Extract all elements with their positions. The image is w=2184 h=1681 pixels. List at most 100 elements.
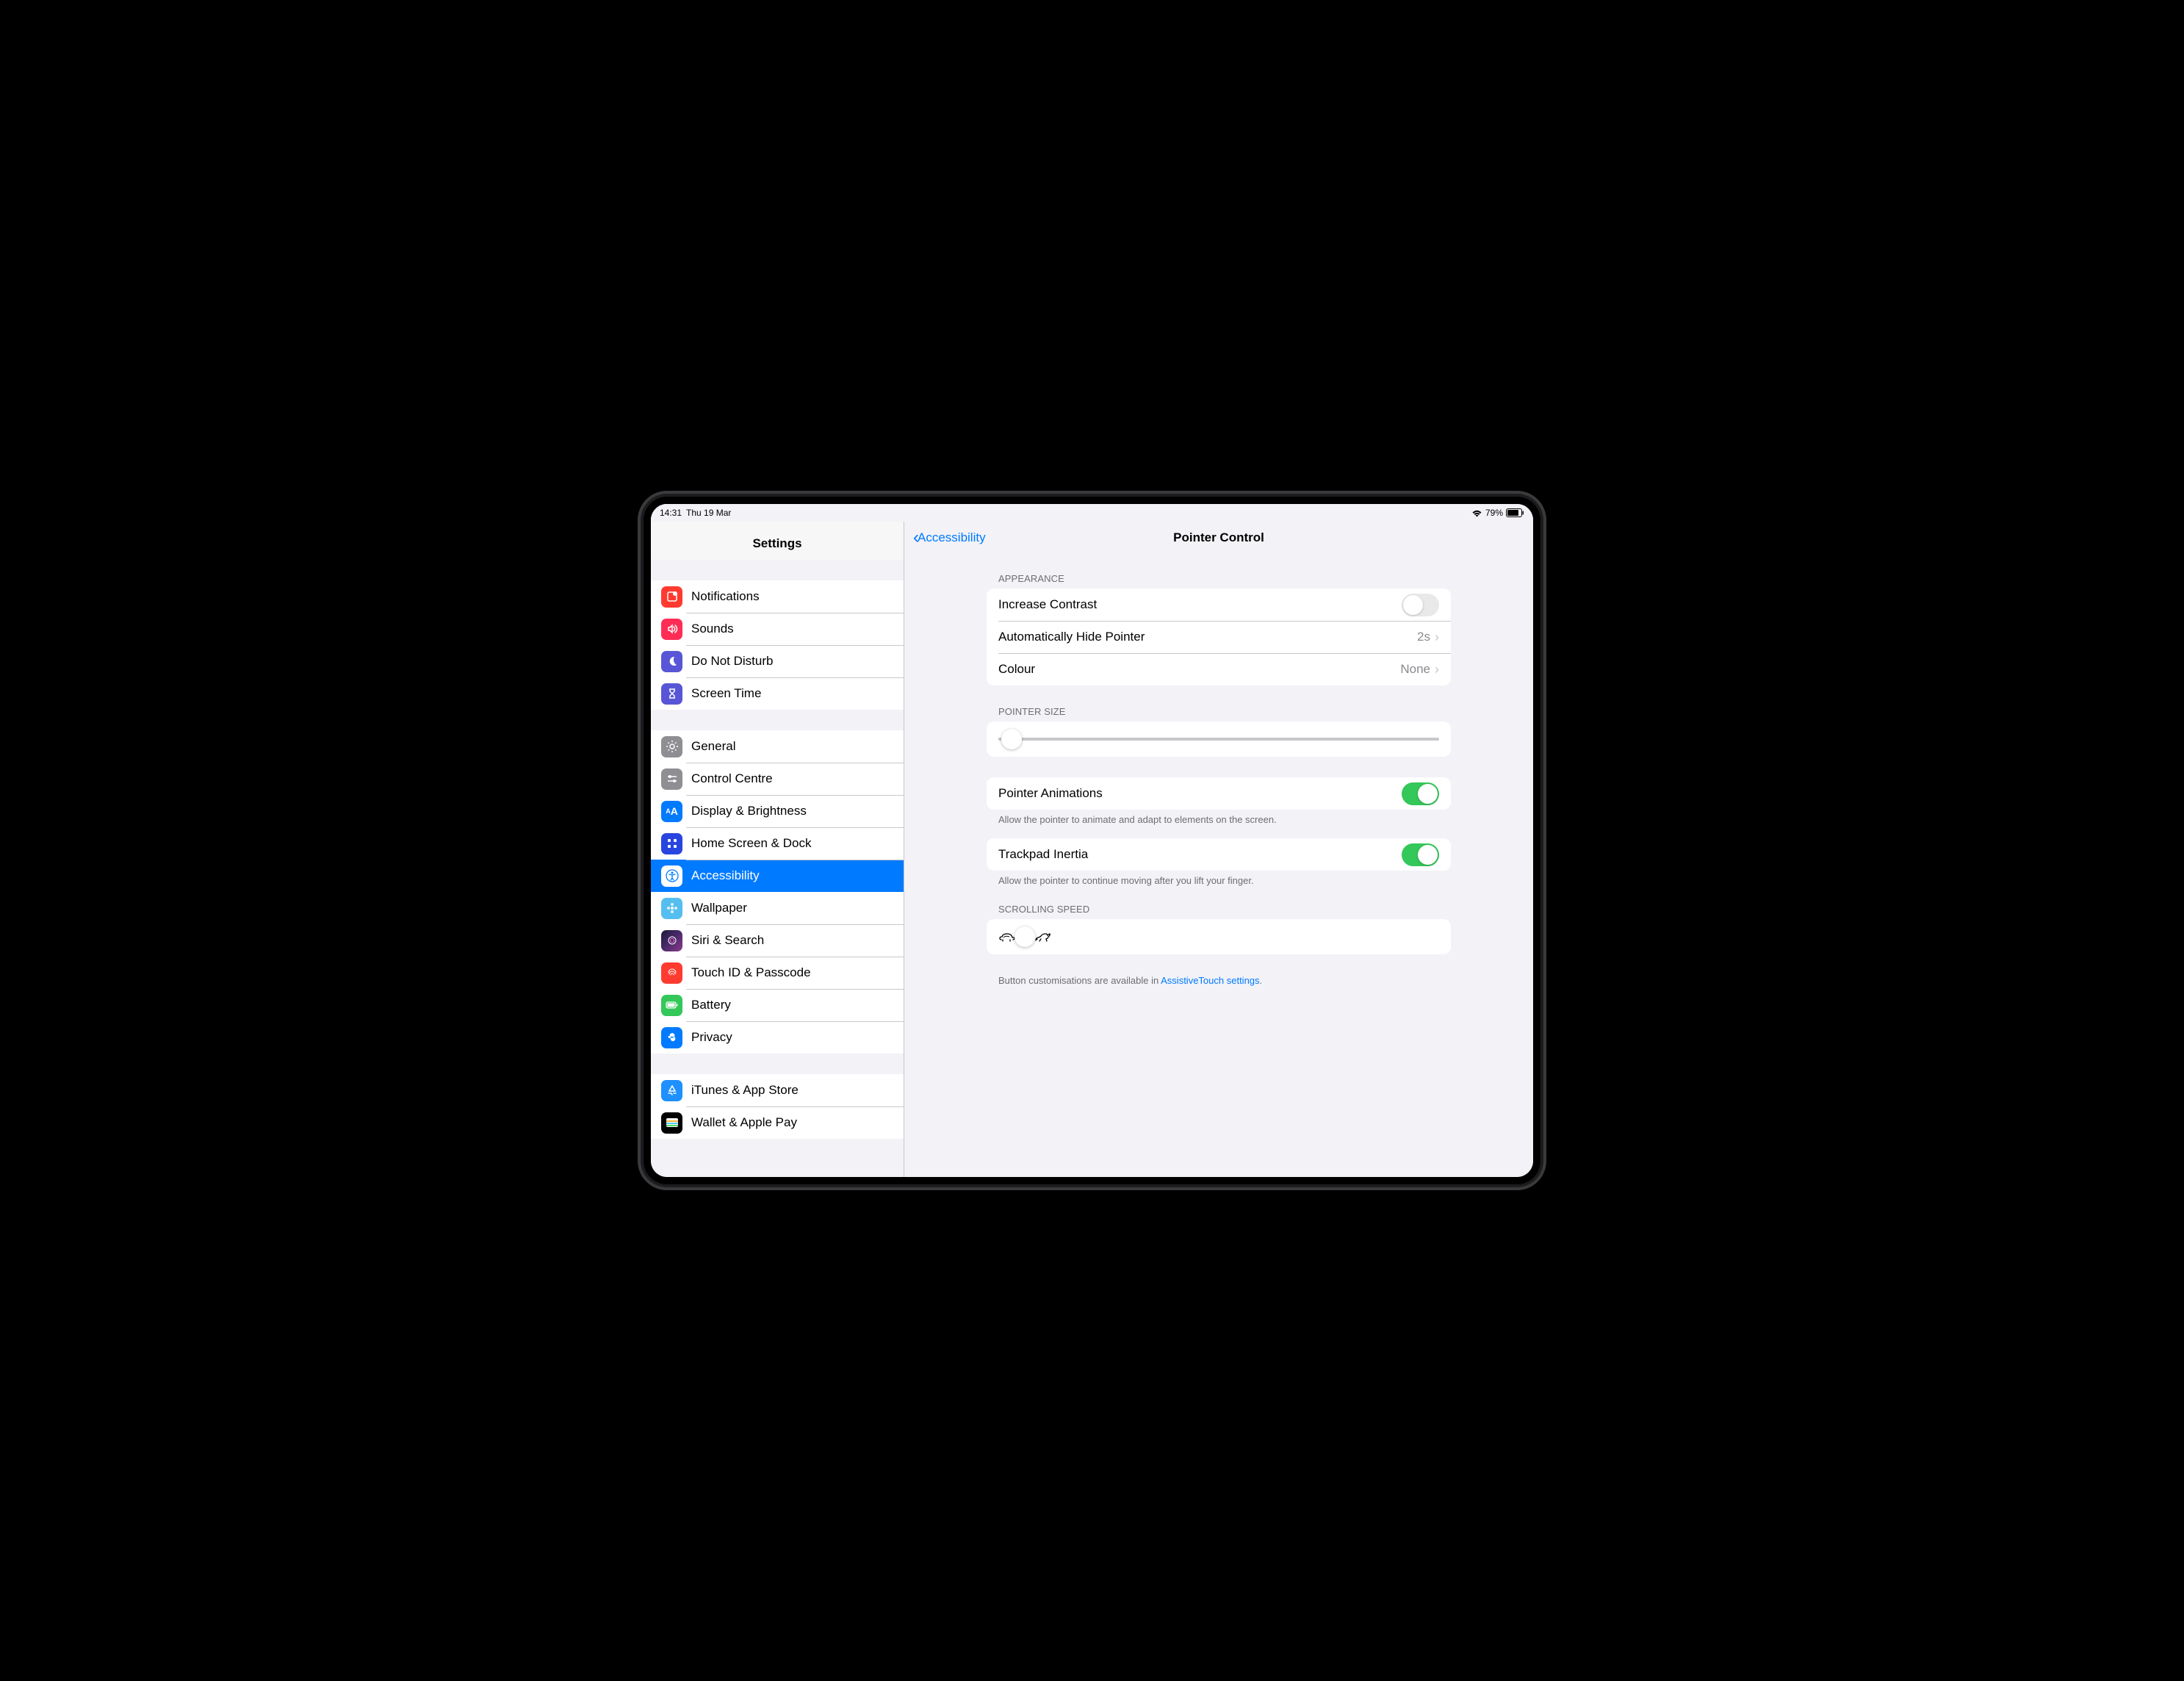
battery-icon [1506,508,1524,517]
footer-suffix: . [1260,975,1263,986]
hourglass-icon [661,683,682,705]
pointer-size-group [987,721,1451,757]
flower-icon [661,898,682,919]
chevron-right-icon: › [1435,662,1439,677]
hand-icon [661,1027,682,1048]
sounds-icon [661,619,682,640]
tortoise-icon [998,931,1016,943]
sidebar-item-touchid[interactable]: Touch ID & Passcode [651,957,904,989]
sidebar-item-siri[interactable]: Siri & Search [651,924,904,957]
pointer-size-slider-cell [987,721,1451,757]
sidebar-item-label: Siri & Search [691,933,764,948]
gear-icon [661,736,682,757]
settings-sidebar: Settings Notifications Sounds Do Not Dis… [651,504,904,1177]
sidebar-item-privacy[interactable]: Privacy [651,1021,904,1054]
sidebar-item-label: Battery [691,998,731,1012]
sidebar-item-home[interactable]: Home Screen & Dock [651,827,904,860]
pointer-animations-row: Pointer Animations [987,777,1451,810]
cell-value: 2s [1417,630,1430,644]
cell-label: Pointer Animations [998,786,1402,801]
assistivetouch-link[interactable]: AssistiveTouch settings [1161,975,1259,986]
scrolling-speed-group [987,919,1451,954]
cell-label: Trackpad Inertia [998,847,1402,862]
sidebar-item-label: Do Not Disturb [691,654,773,669]
cell-label: Automatically Hide Pointer [998,630,1417,644]
slider-knob[interactable] [1001,729,1022,749]
appearance-header: Appearance [987,569,1451,588]
appearance-group: Increase Contrast Automatically Hide Poi… [987,588,1451,685]
sidebar-group-1: General Control Centre AA Display & Brig… [651,730,904,1054]
sidebar-item-label: General [691,739,735,754]
sidebar-item-notifications[interactable]: Notifications [651,580,904,613]
battery-pct: 79% [1485,508,1503,518]
sidebar-item-display[interactable]: AA Display & Brightness [651,795,904,827]
sliders-icon [661,768,682,790]
wallet-icon [661,1112,682,1134]
bottom-footer: Button customisations are available in A… [987,971,1451,999]
detail-pane: ‹ Accessibility Pointer Control Appearan… [904,504,1533,1177]
ipad-frame: 14:31 Thu 19 Mar 79% Settings [638,491,1546,1190]
sidebar-item-sounds[interactable]: Sounds [651,613,904,645]
sidebar-item-label: Touch ID & Passcode [691,965,811,980]
trackpad-inertia-group: Trackpad Inertia [987,838,1451,871]
footer-prefix: Button customisations are available in [998,975,1161,986]
wifi-icon [1471,509,1482,517]
slider-knob[interactable] [1014,926,1035,947]
grid-icon [661,833,682,854]
sidebar-item-label: Screen Time [691,686,761,701]
status-date: Thu 19 Mar [686,508,731,518]
trackpad-inertia-footer: Allow the pointer to continue moving aft… [987,871,1451,899]
sidebar-item-accessibility[interactable]: Accessibility [651,860,904,892]
screen: 14:31 Thu 19 Mar 79% Settings [651,504,1533,1177]
auto-hide-row[interactable]: Automatically Hide Pointer 2s › [987,621,1451,653]
pointer-animations-toggle[interactable] [1402,782,1439,805]
fingerprint-icon [661,962,682,984]
sidebar-item-itunes[interactable]: iTunes & App Store [651,1074,904,1106]
accessibility-icon [661,865,682,887]
sidebar-group-2: iTunes & App Store Wallet & Apple Pay [651,1074,904,1139]
back-button[interactable]: ‹ Accessibility [913,529,986,547]
hare-icon [1034,931,1051,943]
scrolling-speed-header: Scrolling Speed [987,899,1451,919]
pointer-size-header: Pointer Size [987,702,1451,721]
sidebar-item-label: Control Centre [691,771,773,786]
sidebar-item-control[interactable]: Control Centre [651,763,904,795]
sidebar-item-wallpaper[interactable]: Wallpaper [651,892,904,924]
cell-value: None [1400,662,1430,677]
sidebar-item-label: Wallpaper [691,901,747,915]
scrolling-speed-slider-cell [987,919,1451,954]
status-bar: 14:31 Thu 19 Mar 79% [651,504,1533,522]
sidebar-item-label: Sounds [691,622,734,636]
chevron-right-icon: › [1435,630,1439,645]
battery-icon [661,995,682,1016]
cell-label: Increase Contrast [998,597,1402,612]
sidebar-item-label: Wallet & Apple Pay [691,1115,797,1130]
sidebar-item-label: Notifications [691,589,760,604]
sidebar-item-label: Display & Brightness [691,804,807,818]
increase-contrast-toggle[interactable] [1402,594,1439,616]
sidebar-item-battery[interactable]: Battery [651,989,904,1021]
trackpad-inertia-row: Trackpad Inertia [987,838,1451,871]
sidebar-item-label: Accessibility [691,868,760,883]
detail-nav: ‹ Accessibility Pointer Control [904,522,1533,554]
sidebar-item-wallet[interactable]: Wallet & Apple Pay [651,1106,904,1139]
trackpad-inertia-toggle[interactable] [1402,843,1439,866]
sidebar-group-0: Notifications Sounds Do Not Disturb Scre… [651,580,904,710]
pointer-animations-footer: Allow the pointer to animate and adapt t… [987,810,1451,838]
back-label: Accessibility [918,530,986,545]
increase-contrast-row: Increase Contrast [987,588,1451,621]
siri-icon [661,930,682,951]
sidebar-item-label: iTunes & App Store [691,1083,799,1098]
sidebar-item-dnd[interactable]: Do Not Disturb [651,645,904,677]
status-time: 14:31 [660,508,682,518]
sidebar-item-label: Home Screen & Dock [691,836,811,851]
pointer-animations-group: Pointer Animations [987,777,1451,810]
colour-row[interactable]: Colour None › [987,653,1451,685]
sidebar-item-general[interactable]: General [651,730,904,763]
appstore-icon [661,1080,682,1101]
page-title: Pointer Control [904,530,1533,545]
pointer-size-slider[interactable] [998,738,1439,741]
notifications-icon [661,586,682,608]
sidebar-item-screentime[interactable]: Screen Time [651,677,904,710]
moon-icon [661,651,682,672]
